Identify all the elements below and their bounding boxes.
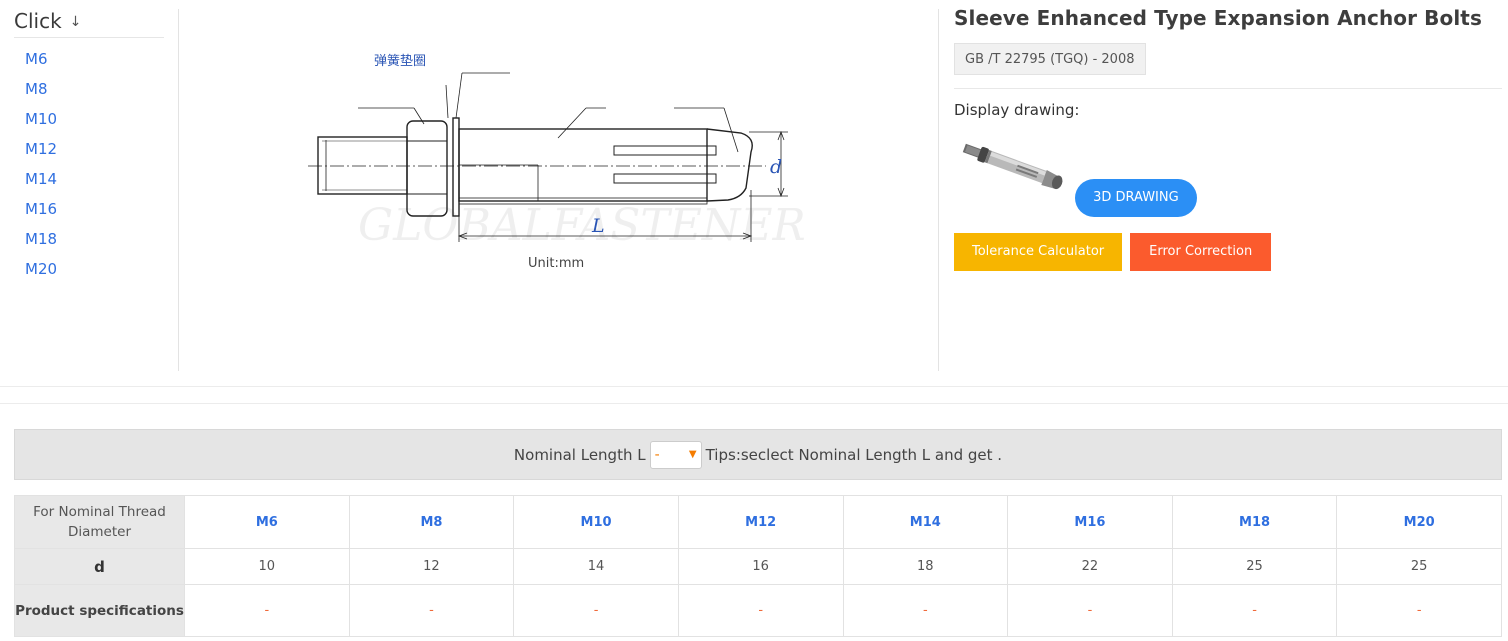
standard-badge: GB /T 22795 (TGQ) - 2008 xyxy=(954,43,1146,75)
anchor-bolt-thumbnail[interactable] xyxy=(954,137,1070,201)
row-label: d xyxy=(14,548,185,585)
column-header[interactable]: M18 xyxy=(1171,495,1338,549)
column-header[interactable]: M20 xyxy=(1336,495,1502,549)
divider-left xyxy=(178,9,179,371)
click-title: Click xyxy=(14,8,62,33)
size-link-m20[interactable]: M20 xyxy=(14,254,164,284)
nominal-length-bar: Nominal Length L - ▼ Tips:seclect Nomina… xyxy=(14,429,1502,480)
table-cell: - xyxy=(1007,584,1173,637)
column-header[interactable]: M16 xyxy=(1007,495,1173,549)
nominal-length-select[interactable]: - ▼ xyxy=(649,440,702,469)
table-header-row: For Nominal Thread Diameter M6 M8 M10 M1… xyxy=(14,495,1502,549)
table-cell: - xyxy=(1336,584,1502,637)
size-list: M6 M8 M10 M12 M14 M16 M18 M20 xyxy=(14,44,164,284)
tolerance-calculator-button[interactable]: Tolerance Calculator xyxy=(954,233,1123,271)
spec-table: For Nominal Thread Diameter M6 M8 M10 M1… xyxy=(14,495,1502,637)
column-header[interactable]: M6 xyxy=(184,495,350,549)
column-header[interactable]: M14 xyxy=(842,495,1009,549)
table-cell: 25 xyxy=(1336,548,1502,585)
size-link-m10[interactable]: M10 xyxy=(14,104,164,134)
section-divider-bottom xyxy=(0,403,1508,404)
table-cell: 16 xyxy=(677,548,844,585)
technical-drawing: GLOBALFASTENER 弹簧垫圈 d L xyxy=(308,53,806,251)
3d-drawing-button[interactable]: 3D DRAWING xyxy=(1075,179,1197,217)
size-link-m12[interactable]: M12 xyxy=(14,134,164,164)
washer-label: 弹簧垫圈 xyxy=(374,53,426,69)
table-cell: - xyxy=(348,584,515,637)
product-title: Sleeve Enhanced Type Expansion Anchor Bo… xyxy=(954,6,1482,30)
error-correction-button[interactable]: Error Correction xyxy=(1130,233,1272,271)
table-cell: - xyxy=(842,584,1009,637)
section-divider-top xyxy=(0,386,1508,387)
column-header[interactable]: M12 xyxy=(677,495,844,549)
size-link-m16[interactable]: M16 xyxy=(14,194,164,224)
dimension-l-label: L xyxy=(591,215,605,237)
size-link-m18[interactable]: M18 xyxy=(14,224,164,254)
display-drawing-label: Display drawing: xyxy=(954,101,1080,119)
table-cell: 22 xyxy=(1007,548,1173,585)
row-label: Product specifications xyxy=(14,584,185,637)
size-link-m6[interactable]: M6 xyxy=(14,44,164,74)
chevron-down-icon: ▼ xyxy=(688,449,697,460)
divider-right xyxy=(938,9,939,371)
table-cell: 18 xyxy=(842,548,1009,585)
size-sidebar: Click ↓ M6 M8 M10 M12 M14 M16 M18 M20 xyxy=(14,4,164,284)
table-cell: 10 xyxy=(184,548,350,585)
table-cell: 14 xyxy=(513,548,679,585)
nominal-length-tips: Tips:seclect Nominal Length L and get . xyxy=(705,445,1003,464)
column-header[interactable]: M8 xyxy=(348,495,515,549)
drawing-watermark: GLOBALFASTENER xyxy=(358,200,806,251)
table-cell: - xyxy=(1171,584,1338,637)
nominal-length-selected: - xyxy=(654,446,660,463)
nominal-length-label: Nominal Length L xyxy=(513,445,646,464)
panel-divider xyxy=(954,88,1502,89)
header-label: For Nominal Thread Diameter xyxy=(14,495,185,549)
table-cell: 25 xyxy=(1171,548,1338,585)
size-link-m8[interactable]: M8 xyxy=(14,74,164,104)
table-row: Product specifications - - - - - - - - xyxy=(14,584,1502,637)
size-link-m14[interactable]: M14 xyxy=(14,164,164,194)
action-buttons: Tolerance Calculator Error Correction xyxy=(954,233,1502,271)
table-cell: - xyxy=(513,584,679,637)
arrow-down-icon: ↓ xyxy=(69,13,82,30)
dimension-d-label: d xyxy=(770,156,782,178)
table-row: d 10 12 14 16 18 22 25 25 xyxy=(14,548,1502,585)
unit-label: Unit:mm xyxy=(528,256,585,271)
table-cell: 12 xyxy=(348,548,515,585)
table-cell: - xyxy=(677,584,844,637)
click-header: Click ↓ xyxy=(14,4,164,38)
column-header[interactable]: M10 xyxy=(513,495,679,549)
product-panel: Sleeve Enhanced Type Expansion Anchor Bo… xyxy=(954,6,1502,271)
table-cell: - xyxy=(184,584,350,637)
